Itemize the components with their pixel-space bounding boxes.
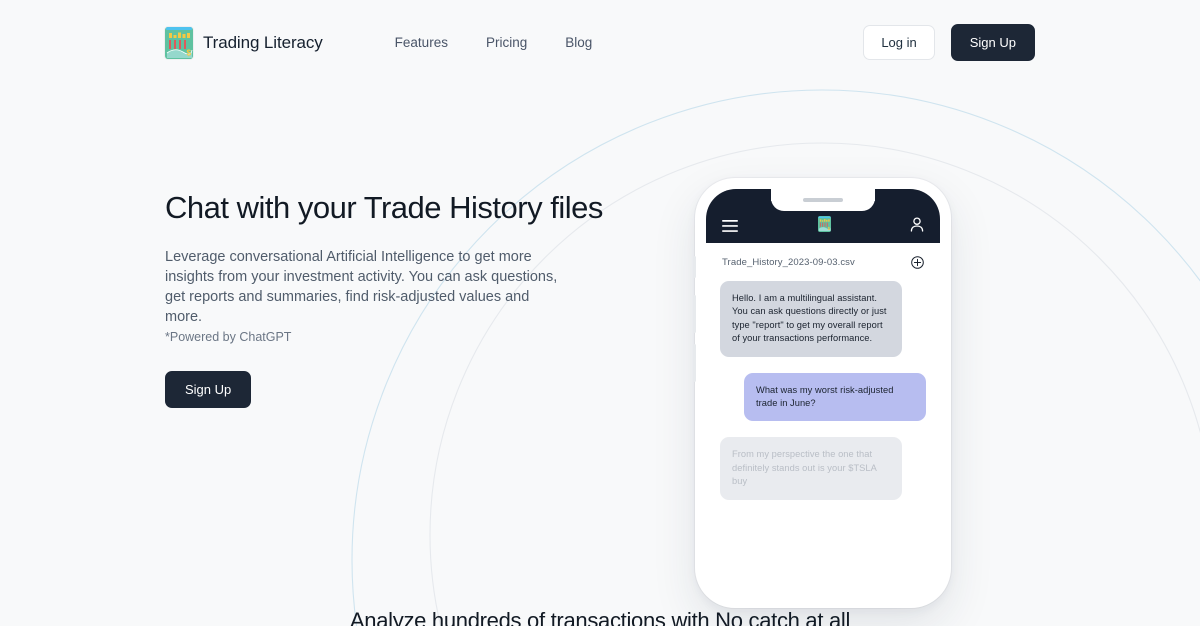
login-button[interactable]: Log in — [863, 25, 935, 60]
trading-book-icon: $ — [165, 26, 193, 59]
hero-powered-note: *Powered by ChatGPT — [165, 330, 292, 345]
nav-action-buttons: Log in Sign Up — [863, 24, 1035, 61]
nav-link-pricing[interactable]: Pricing — [486, 35, 527, 50]
brand-logo-link[interactable]: $ Trading Literacy — [165, 26, 323, 59]
section-headline: Analyze hundreds of transactions with No… — [349, 608, 851, 626]
svg-text:$: $ — [187, 48, 192, 57]
brand-name: Trading Literacy — [203, 32, 323, 52]
hero-subtitle: Leverage conversational Artificial Intel… — [165, 249, 558, 326]
signup-button[interactable]: Sign Up — [950, 24, 1035, 61]
page-title: Chat with your Trade History files — [165, 190, 603, 225]
top-navigation-bar: $ Trading Literacy Features Pricing Blog… — [0, 0, 1200, 85]
hero-copy: Chat with your Trade History files Lever… — [165, 85, 603, 409]
nav-link-blog[interactable]: Blog — [565, 35, 592, 50]
hero-signup-button[interactable]: Sign Up — [165, 371, 252, 409]
primary-nav-links: Features Pricing Blog — [395, 35, 593, 50]
chat-bubble-assistant-partial: From my perspective the one that definit… — [720, 437, 902, 500]
nav-link-features[interactable]: Features — [395, 35, 448, 50]
chat-bottom-fade — [706, 525, 940, 597]
hero-section: Chat with your Trade History files Lever… — [0, 85, 1200, 409]
